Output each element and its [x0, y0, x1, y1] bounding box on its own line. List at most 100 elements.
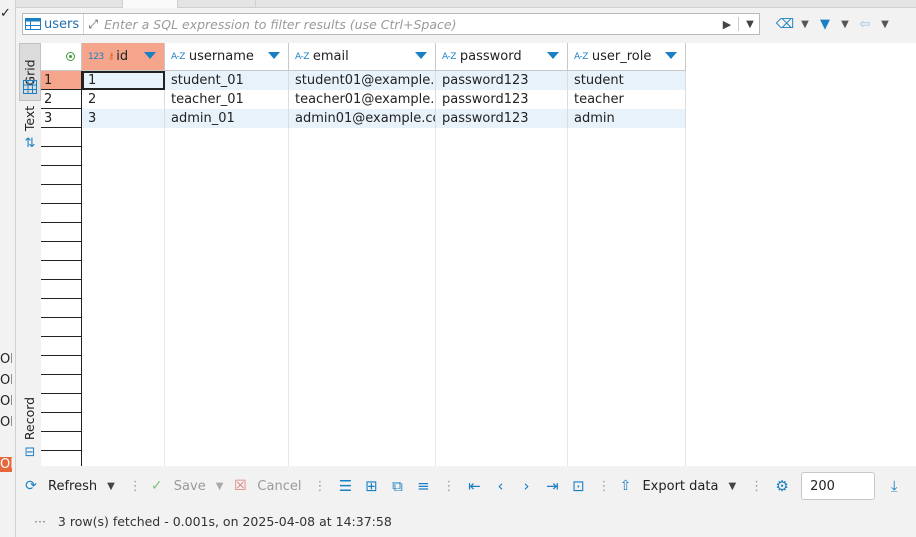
empty-cell [568, 318, 686, 337]
empty-cell [289, 242, 436, 261]
edit-cell-icon[interactable]: ☰ [332, 474, 358, 498]
expand-filter-icon[interactable]: ⤢ [84, 17, 102, 32]
export-data-button[interactable]: ⇧ Export data [616, 474, 719, 498]
cell-password[interactable]: password123 [436, 90, 568, 109]
cell-id[interactable]: 3 [82, 109, 165, 128]
refresh-label: Refresh [48, 478, 98, 494]
filter-table-selector[interactable]: users [23, 14, 85, 34]
cell-email[interactable]: teacher01@example.com [289, 90, 436, 109]
filter-history-dropdown-icon[interactable]: ▼ [741, 19, 759, 30]
empty-cell [568, 280, 686, 299]
cell-id[interactable]: 1 [82, 71, 165, 90]
empty-row [41, 128, 686, 147]
empty-cell [165, 337, 289, 356]
row-number[interactable]: 3 [41, 109, 82, 128]
empty-row [41, 242, 686, 261]
sort-arrow-icon[interactable] [665, 52, 677, 59]
eraser-icon[interactable]: ⌫ [774, 13, 796, 35]
empty-cell [436, 451, 568, 466]
empty-row [41, 356, 686, 375]
cell-password[interactable]: password123 [436, 71, 568, 90]
cell-email[interactable]: admin01@example.com [289, 109, 436, 128]
empty-cell [82, 451, 165, 466]
refresh-options-chevron-icon[interactable]: ▼ [107, 481, 115, 492]
empty-cell [165, 280, 289, 299]
cell-password[interactable]: password123 [436, 109, 568, 128]
add-row-icon[interactable]: ⊞ [358, 474, 384, 498]
gear-icon[interactable]: ⚙ [769, 474, 795, 498]
cell-email[interactable]: student01@example.com [289, 71, 436, 90]
tab-record[interactable]: Record [19, 393, 41, 443]
text-icon[interactable]: ⇅ [21, 135, 39, 151]
save-button[interactable]: ✓ Save [148, 474, 206, 498]
filter-icon[interactable]: ▼ [814, 13, 836, 35]
empty-cell [289, 147, 436, 166]
empty-row [41, 261, 686, 280]
cell-username[interactable]: student_01 [165, 71, 289, 90]
record-icon[interactable]: ⊟ [21, 444, 39, 460]
column-header-username[interactable]: A-Z username [165, 43, 289, 71]
cancel-button[interactable]: ☒ Cancel [231, 474, 301, 498]
delete-row-icon[interactable]: ≡ [410, 474, 436, 498]
chevron-down-icon[interactable]: ▼ [798, 13, 812, 35]
row-number[interactable]: 1 [41, 71, 82, 90]
last-page-icon[interactable]: ⇥ [539, 474, 565, 498]
table-row[interactable]: 2 2 teacher_01 teacher01@example.com pas… [41, 90, 686, 109]
table-row[interactable]: 3 3 admin_01 admin01@example.com passwor… [41, 109, 686, 128]
back-arrow-icon[interactable]: ⇦ [854, 13, 876, 35]
first-page-icon[interactable]: ⇤ [461, 474, 487, 498]
editor-tab[interactable] [178, 0, 256, 8]
grid-icon[interactable] [21, 79, 39, 95]
empty-row [41, 432, 686, 451]
fetch-all-icon[interactable]: ⊡ [565, 474, 591, 498]
cell-user-role[interactable]: admin [568, 109, 686, 128]
empty-cell [568, 356, 686, 375]
cell-username[interactable]: admin_01 [165, 109, 289, 128]
empty-cell [436, 242, 568, 261]
row-number[interactable]: 2 [41, 90, 82, 109]
apply-filter-icon[interactable]: ▶ [718, 18, 736, 31]
empty-row [41, 223, 686, 242]
more-options-icon[interactable]: ··· [34, 514, 46, 529]
sort-arrow-icon[interactable] [268, 52, 280, 59]
sort-arrow-icon[interactable] [144, 52, 156, 59]
next-page-icon[interactable]: › [513, 474, 539, 498]
column-header-password[interactable]: A-Z password [436, 43, 568, 71]
previous-page-icon[interactable]: ‹ [487, 474, 513, 498]
empty-cell [165, 147, 289, 166]
refresh-button[interactable]: ⟳ Refresh [22, 474, 97, 498]
empty-cell [82, 261, 165, 280]
fetch-size-apply-icon[interactable]: ⤓ [881, 474, 907, 498]
save-check-icon: ✓ [150, 478, 163, 494]
cell-id[interactable]: 2 [82, 90, 165, 109]
row-select-corner[interactable] [41, 43, 82, 71]
sort-arrow-icon[interactable] [547, 52, 559, 59]
cancel-x-icon: ☒ [234, 478, 247, 494]
column-header-id[interactable]: 123 ⚷ id [82, 43, 165, 71]
cell-username[interactable]: teacher_01 [165, 90, 289, 109]
cell-user-role[interactable]: student [568, 71, 686, 90]
sort-arrow-icon[interactable] [415, 52, 427, 59]
tab-text[interactable]: Text [19, 103, 41, 133]
editor-tab-active[interactable] [122, 0, 178, 8]
table-row[interactable]: 1 1 student_01 student01@example.com pas… [41, 71, 686, 90]
empty-cell [289, 413, 436, 432]
refresh-icon: ⟳ [25, 478, 37, 494]
export-options-chevron-icon[interactable]: ▼ [728, 481, 736, 492]
column-header-user-role[interactable]: A-Z user_role [568, 43, 686, 71]
copy-row-icon[interactable]: ⧉ [384, 474, 410, 498]
chevron-down-icon[interactable]: ▼ [878, 13, 892, 35]
empty-cell [436, 280, 568, 299]
cell-user-role[interactable]: teacher [568, 90, 686, 109]
empty-cell [568, 128, 686, 147]
filter-input[interactable]: Enter a SQL expression to filter results… [102, 17, 718, 32]
empty-cell [82, 185, 165, 204]
column-header-email[interactable]: A-Z email [289, 43, 436, 71]
save-options-chevron-icon[interactable]: ▼ [216, 481, 224, 492]
empty-cell [289, 451, 436, 466]
fetch-size-input[interactable]: 200 [801, 472, 876, 500]
empty-cell [568, 185, 686, 204]
empty-cell [82, 375, 165, 394]
chevron-down-icon[interactable]: ▼ [838, 13, 852, 35]
column-name: user_role [591, 49, 652, 64]
